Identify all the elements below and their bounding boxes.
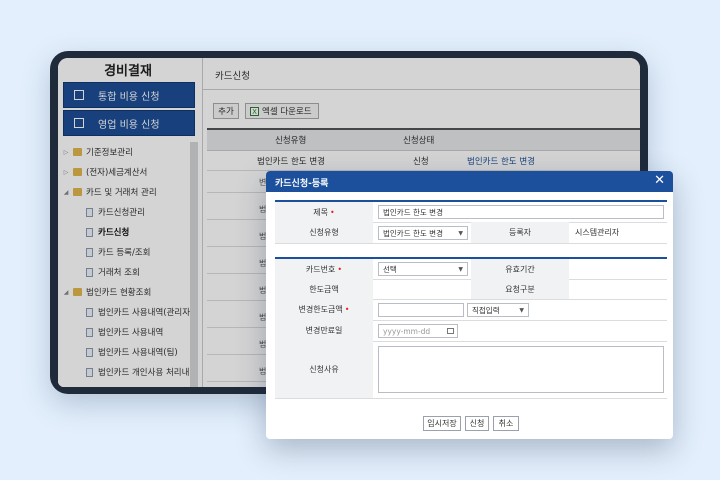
- end-date-label: 변경만료일: [275, 320, 373, 341]
- cancel-button[interactable]: 취소: [493, 416, 519, 431]
- end-date-input[interactable]: yyyy-mm-dd: [378, 324, 458, 338]
- request-info-section: 제목 • 법인카드 한도 변경 신청유형 법인카드 한도 변경 ▼ 등록자 시스템관…: [275, 200, 667, 244]
- chevron-down-icon: ▼: [458, 230, 463, 237]
- card-row: 카드번호 • 선택 ▼ 유효기간: [275, 259, 667, 280]
- request-kind-label: 요청구분: [471, 279, 569, 299]
- calendar-icon: [447, 328, 454, 334]
- reason-label: 신청사유: [275, 341, 373, 398]
- registrant-label: 등록자: [471, 222, 569, 243]
- input-mode-select[interactable]: 직접입력 ▼: [467, 303, 529, 317]
- temp-save-button[interactable]: 임시저장: [423, 416, 461, 431]
- card-number-select[interactable]: 선택 ▼: [378, 262, 468, 276]
- type-row: 신청유형 법인카드 한도 변경 ▼ 등록자 시스템관리자: [275, 222, 667, 244]
- request-type-label: 신청유형: [275, 222, 373, 243]
- valid-period-label: 유효기간: [471, 259, 569, 279]
- reason-row: 신청사유: [275, 341, 667, 399]
- reason-textarea[interactable]: [378, 346, 664, 393]
- end-date-row: 변경만료일 yyyy-mm-dd: [275, 320, 667, 342]
- chevron-down-icon: ▼: [458, 266, 463, 273]
- card-request-modal: 카드신청-등록 ✕ 제목 • 법인카드 한도 변경 신청유형 법인카드 한도 변경…: [266, 171, 673, 439]
- modal-title: 카드신청-등록: [275, 179, 329, 189]
- new-limit-label: 변경한도금액 •: [275, 299, 373, 320]
- subject-input[interactable]: 법인카드 한도 변경: [378, 205, 664, 219]
- registrant-value: 시스템관리자: [575, 228, 620, 237]
- submit-button[interactable]: 신청: [465, 416, 489, 431]
- card-info-section: 카드번호 • 선택 ▼ 유효기간 한도금액 요청구분 변경한도금액 • 직접입력 ▼ 변…: [275, 257, 667, 400]
- chevron-down-icon: ▼: [519, 307, 524, 314]
- subject-label: 제목 •: [275, 202, 373, 222]
- request-type-select[interactable]: 법인카드 한도 변경 ▼: [378, 226, 468, 240]
- card-number-label: 카드번호 •: [275, 259, 373, 279]
- new-limit-input[interactable]: [378, 303, 464, 317]
- limit-amount-label: 한도금액: [275, 279, 373, 299]
- subject-row: 제목 • 법인카드 한도 변경: [275, 202, 667, 223]
- close-icon[interactable]: ✕: [654, 174, 665, 188]
- new-limit-row: 변경한도금액 • 직접입력 ▼: [275, 299, 667, 321]
- limit-row: 한도금액 요청구분: [275, 279, 667, 300]
- modal-header: 카드신청-등록 ✕: [266, 171, 673, 192]
